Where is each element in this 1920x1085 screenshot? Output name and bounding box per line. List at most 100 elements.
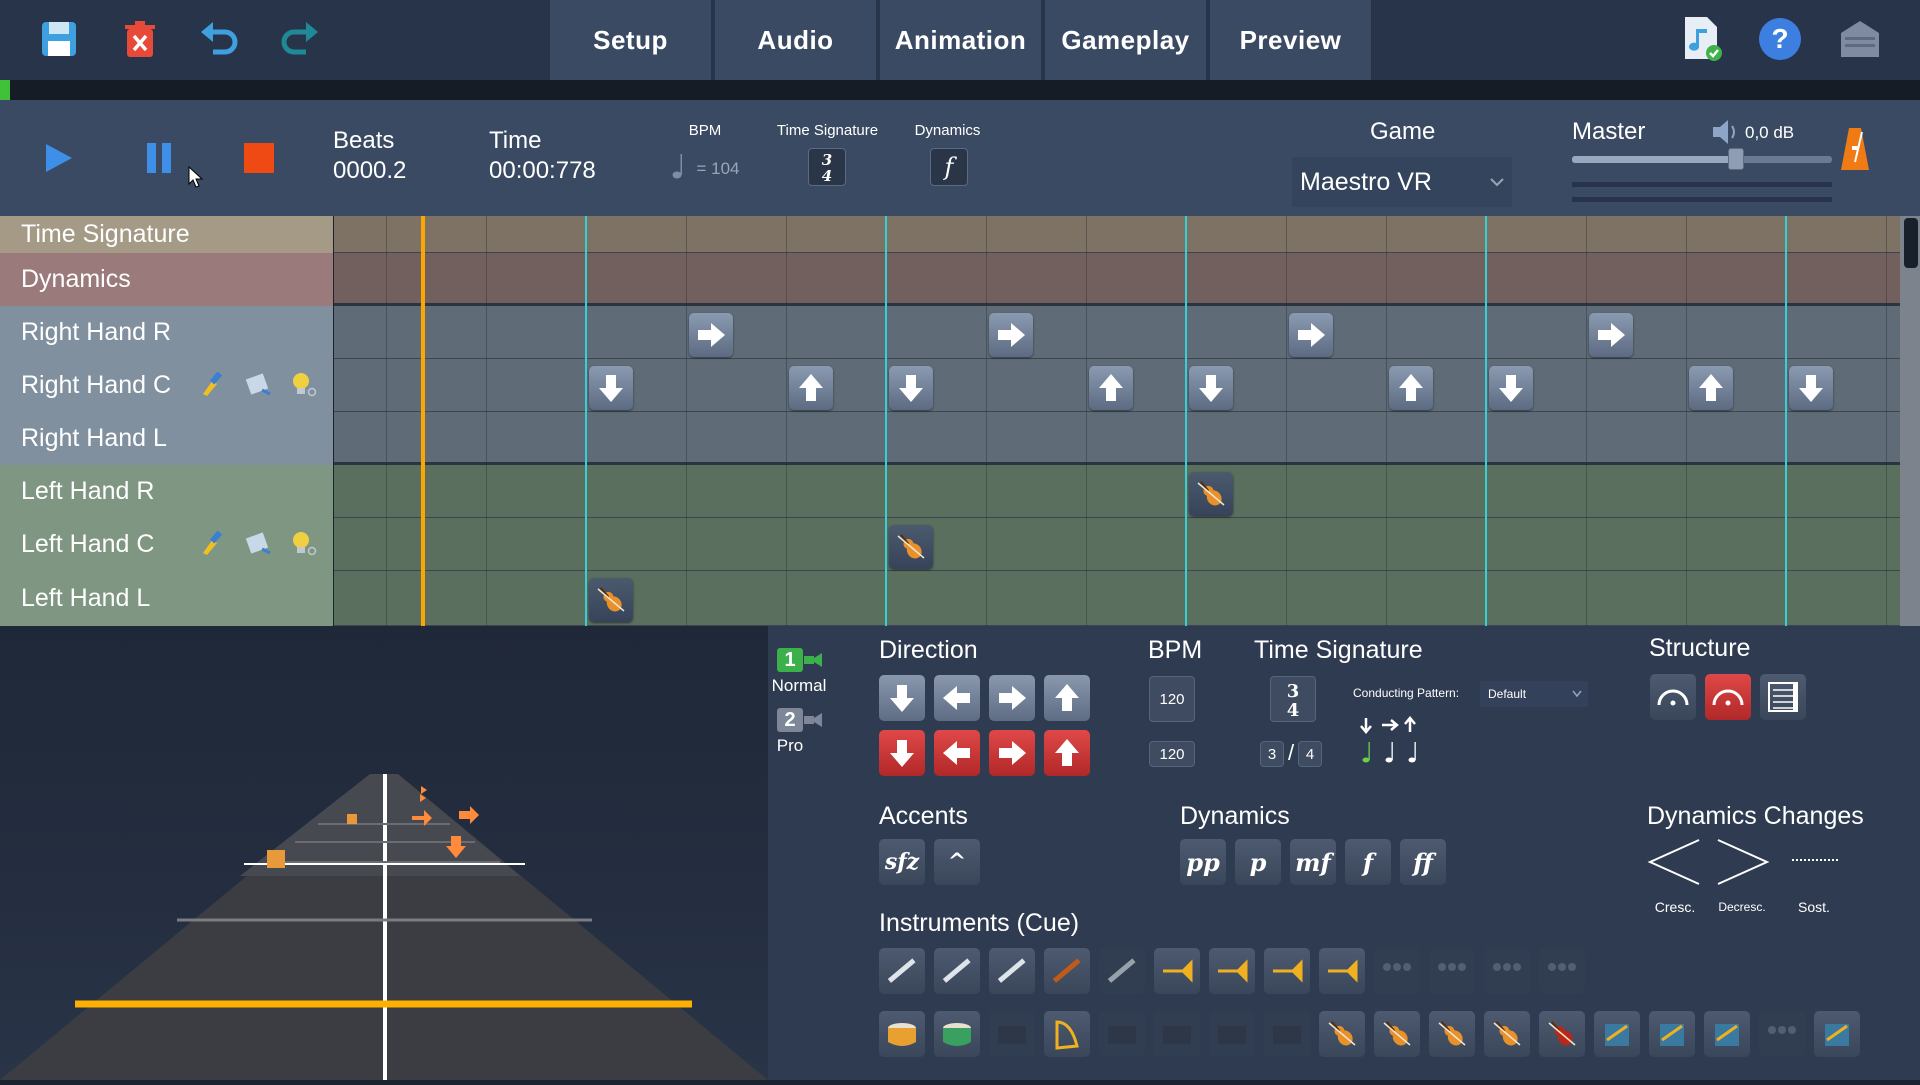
instrument-strings-section-button[interactable] (1594, 1011, 1640, 1057)
timeline-lane[interactable] (334, 253, 1900, 306)
mode-normal-label[interactable]: Normal (769, 676, 829, 696)
accent-direction-up-button[interactable] (1044, 730, 1090, 776)
direction-right-button[interactable] (989, 675, 1035, 721)
decrescendo-icon[interactable] (1715, 838, 1771, 886)
dynamics-f-button[interactable]: f (1345, 839, 1391, 885)
instrument-viola-button[interactable] (1429, 1011, 1475, 1057)
ruler-icon[interactable] (244, 529, 272, 557)
tab-preview[interactable]: Preview (1210, 0, 1371, 80)
play-button[interactable] (38, 138, 78, 178)
instrument-timpani-button[interactable] (879, 1011, 925, 1057)
instrument-cue-note[interactable] (889, 525, 933, 569)
note-up[interactable] (1689, 366, 1733, 410)
fermata-red-button[interactable] (1705, 674, 1751, 720)
track-label[interactable]: Dynamics (0, 253, 333, 306)
instrument-horn-button[interactable] (1209, 948, 1255, 994)
delete-icon[interactable] (117, 16, 163, 62)
redo-icon[interactable] (277, 16, 323, 62)
timeline-lane[interactable] (334, 412, 1900, 465)
timesig-3-4-icon[interactable]: 34 (808, 148, 846, 186)
instrument-orchestra-button[interactable] (1814, 1011, 1860, 1057)
instrument-percussion-section-button[interactable] (1704, 1011, 1750, 1057)
fermata-button[interactable] (1650, 674, 1696, 720)
speaker-icon[interactable] (1710, 118, 1740, 146)
accent-direction-left-button[interactable] (934, 730, 980, 776)
instrument-double-bass-button[interactable] (1539, 1011, 1585, 1057)
sostenuto-icon[interactable] (1790, 854, 1842, 866)
timesig-denominator[interactable]: 4 (1298, 741, 1322, 767)
instrument-oboe-button[interactable] (934, 948, 980, 994)
track-label[interactable]: Right Hand R (0, 306, 333, 359)
accent-marcato-button[interactable]: ^ (934, 839, 980, 885)
note-up[interactable] (1089, 366, 1133, 410)
dynamics-pp-button[interactable]: pp (1180, 839, 1226, 885)
timeline-lane[interactable] (334, 306, 1900, 359)
playhead[interactable] (421, 216, 425, 626)
instrument-snare-drum-button[interactable] (934, 1011, 980, 1057)
timeline-lane[interactable] (334, 518, 1900, 571)
instrument-organ-button[interactable] (1209, 1011, 1255, 1057)
crescendo-icon[interactable] (1647, 838, 1703, 886)
instrument-grand-piano-button[interactable] (1264, 1011, 1310, 1057)
mode-pro-number[interactable]: 2 (777, 708, 803, 732)
instrument-violin-2-button[interactable] (1374, 1011, 1420, 1057)
mode-pro-label[interactable]: Pro (765, 736, 815, 756)
save-icon[interactable] (36, 16, 82, 62)
timeline-lane[interactable] (334, 571, 1900, 626)
instrument-choir-section-button[interactable] (1759, 1011, 1805, 1057)
track-label[interactable]: Time Signature (0, 216, 333, 253)
accent-direction-down-button[interactable] (879, 730, 925, 776)
accent-sfz-button[interactable]: sfz (879, 839, 925, 885)
note-down[interactable] (1789, 366, 1833, 410)
ruler-icon[interactable] (244, 370, 272, 398)
instrument-piano-button[interactable] (1099, 1011, 1145, 1057)
music-file-icon[interactable] (1679, 16, 1725, 62)
note-down[interactable] (1489, 366, 1533, 410)
note-right[interactable] (1289, 313, 1333, 357)
instrument-violin-button[interactable] (1319, 1011, 1365, 1057)
help-icon[interactable]: ? (1757, 16, 1803, 62)
master-volume-slider[interactable] (1572, 156, 1832, 163)
bpm-value-box[interactable]: 120 (1149, 676, 1195, 722)
dynamics-ff-button[interactable]: ff (1400, 839, 1446, 885)
track-label[interactable]: Right Hand L (0, 412, 333, 465)
instrument-tuba-button[interactable] (1319, 948, 1365, 994)
pause-button[interactable] (139, 138, 179, 178)
note-up[interactable] (789, 366, 833, 410)
timeline-scrollbar[interactable] (1900, 216, 1920, 626)
song-progress-bar[interactable] (0, 80, 1920, 100)
note-right[interactable] (689, 313, 733, 357)
instrument-brass-section-button[interactable] (1649, 1011, 1695, 1057)
tab-gameplay[interactable]: Gameplay (1045, 0, 1206, 80)
instrument-choir-soprano-button[interactable] (1374, 948, 1420, 994)
direction-left-button[interactable] (934, 675, 980, 721)
mode-normal-number[interactable]: 1 (777, 648, 803, 672)
instrument-cue-note[interactable] (1189, 472, 1233, 516)
lightbulb-icon[interactable] (289, 529, 317, 557)
instrument-harp-button[interactable] (1044, 1011, 1090, 1057)
dynamics-value[interactable]: f (930, 148, 968, 186)
dynamics-mf-button[interactable]: mf (1290, 839, 1336, 885)
repeat-bar-button[interactable] (1760, 674, 1806, 720)
note-down[interactable] (1189, 366, 1233, 410)
instrument-choir-tenor-button[interactable] (1484, 948, 1530, 994)
note-up[interactable] (1389, 366, 1433, 410)
track-label[interactable]: Right Hand C (0, 359, 333, 412)
timeline-lane[interactable] (334, 216, 1900, 253)
track-label[interactable]: Left Hand R (0, 465, 333, 518)
timesig-numerator[interactable]: 3 (1260, 741, 1284, 767)
undo-icon[interactable] (196, 16, 242, 62)
instrument-choir-alto-button[interactable] (1429, 948, 1475, 994)
note-down[interactable] (589, 366, 633, 410)
instrument-cello-button[interactable] (1484, 1011, 1530, 1057)
track-label[interactable]: Left Hand C (0, 518, 333, 571)
home-icon[interactable] (1837, 16, 1883, 62)
conducting-pattern-select[interactable]: Default (1480, 681, 1588, 707)
tab-setup[interactable]: Setup (550, 0, 711, 80)
direction-down-button[interactable] (879, 675, 925, 721)
bpm-value-box[interactable]: 120 (1149, 741, 1195, 767)
timeline-scroll-thumb[interactable] (1904, 218, 1918, 268)
instrument-bassoon-button[interactable] (1044, 948, 1090, 994)
brush-icon[interactable] (199, 370, 227, 398)
track-label[interactable]: Left Hand L (0, 571, 333, 626)
